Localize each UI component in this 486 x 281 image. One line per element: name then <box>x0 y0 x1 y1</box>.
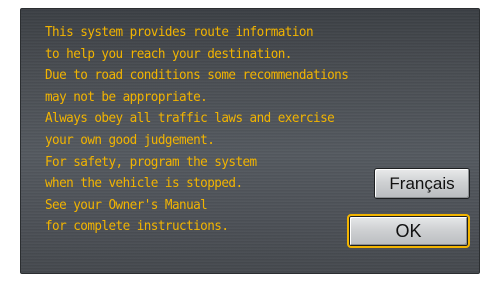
disclaimer-line: Due to road conditions some recommendati… <box>45 67 349 84</box>
francais-language-button[interactable]: Français <box>374 168 470 199</box>
disclaimer-line: Always obey all traffic laws and exercis… <box>45 110 335 127</box>
disclaimer-line: to help you reach your destination. <box>45 45 292 62</box>
disclaimer-line: This system provides route information <box>45 24 314 40</box>
disclaimer-line: See your Owner's Manual <box>45 196 208 213</box>
disclaimer-line: may not be appropriate. <box>45 88 208 105</box>
navigation-disclaimer-screen: This system provides route information t… <box>20 8 480 274</box>
disclaimer-line: when the vehicle is stopped. <box>45 175 243 192</box>
disclaimer-line: For safety, program the system <box>45 153 257 170</box>
disclaimer-line: your own good judgement. <box>45 131 215 148</box>
disclaimer-message: This system provides route information t… <box>45 22 357 238</box>
disclaimer-line: for complete instructions. <box>45 218 229 235</box>
ok-button[interactable]: OK <box>347 214 470 248</box>
